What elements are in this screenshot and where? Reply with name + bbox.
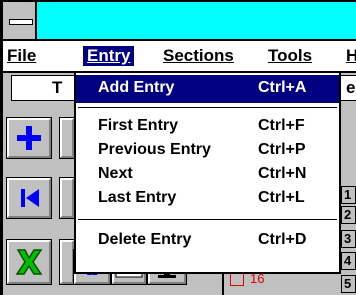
menu-item-shortcut: Ctrl+L	[258, 189, 305, 206]
menu-item-shortcut: Ctrl+N	[258, 165, 307, 182]
menu-item-shortcut: Ctrl+D	[258, 231, 307, 248]
menu-item-add-entry[interactable]: Add Entry Ctrl+A	[76, 75, 339, 103]
menu-tools[interactable]: Tools	[268, 46, 312, 66]
x-icon	[15, 249, 43, 275]
menu-item-label: Last Entry	[98, 189, 177, 206]
menu-file[interactable]: File	[7, 46, 36, 66]
title-bar	[3, 2, 356, 41]
right-field[interactable]: e	[339, 75, 356, 101]
menu-sections[interactable]: Sections	[163, 46, 234, 66]
menu-item-shortcut: Ctrl+F	[258, 117, 305, 134]
first-entry-button[interactable]	[6, 177, 52, 219]
right-field-text: e	[346, 78, 356, 97]
menu-item-label: Next	[98, 165, 133, 182]
menu-bar: File Entry Sections Tools H	[3, 41, 356, 73]
add-entry-button[interactable]	[6, 117, 52, 159]
row-number[interactable]: 3	[341, 230, 356, 248]
menu-item-shortcut: Ctrl+A	[258, 79, 307, 96]
menu-separator	[78, 107, 337, 108]
checkbox-icon-2	[230, 272, 244, 286]
entry-menu-dropdown: Add Entry Ctrl+A First Entry Ctrl+F Prev…	[74, 71, 341, 274]
menu-item-label: First Entry	[98, 117, 179, 134]
cancel-button[interactable]	[6, 239, 52, 285]
menu-file-label: File	[7, 46, 37, 65]
system-menu-icon	[9, 19, 33, 25]
system-menu-button[interactable]	[3, 2, 37, 39]
menu-tools-label: Tools	[268, 46, 313, 65]
row-number[interactable]: 5	[341, 275, 356, 293]
row-number[interactable]: 2	[341, 206, 356, 224]
menu-item-delete-entry[interactable]: Delete Entry Ctrl+D	[76, 227, 339, 255]
menu-help[interactable]: H	[346, 46, 356, 66]
menu-item-label: Delete Entry	[98, 231, 192, 248]
row-number[interactable]: 4	[341, 252, 356, 270]
menu-item-shortcut: Ctrl+P	[258, 141, 306, 158]
plus-icon	[17, 126, 41, 150]
menu-item-label: Previous Entry	[98, 141, 211, 158]
entry-title-field[interactable]: T	[11, 75, 75, 101]
toolbar-button-partial-2[interactable]	[59, 177, 75, 219]
menu-item-last-entry[interactable]: Last Entry Ctrl+L	[76, 185, 339, 213]
menu-sections-label: Sections	[163, 46, 234, 65]
toolbar-button-partial-1[interactable]	[59, 117, 75, 159]
toolbar-button-partial-3[interactable]	[59, 239, 75, 285]
menu-item-label: Add Entry	[98, 79, 175, 96]
menu-help-label: H	[346, 46, 356, 65]
first-entry-icon	[21, 189, 39, 207]
entry-title-text: T	[52, 78, 63, 97]
menu-entry-label: Entry	[87, 46, 131, 65]
menu-entry[interactable]: Entry	[83, 46, 135, 66]
row-number[interactable]: 1	[341, 186, 356, 204]
menu-separator	[78, 219, 337, 220]
